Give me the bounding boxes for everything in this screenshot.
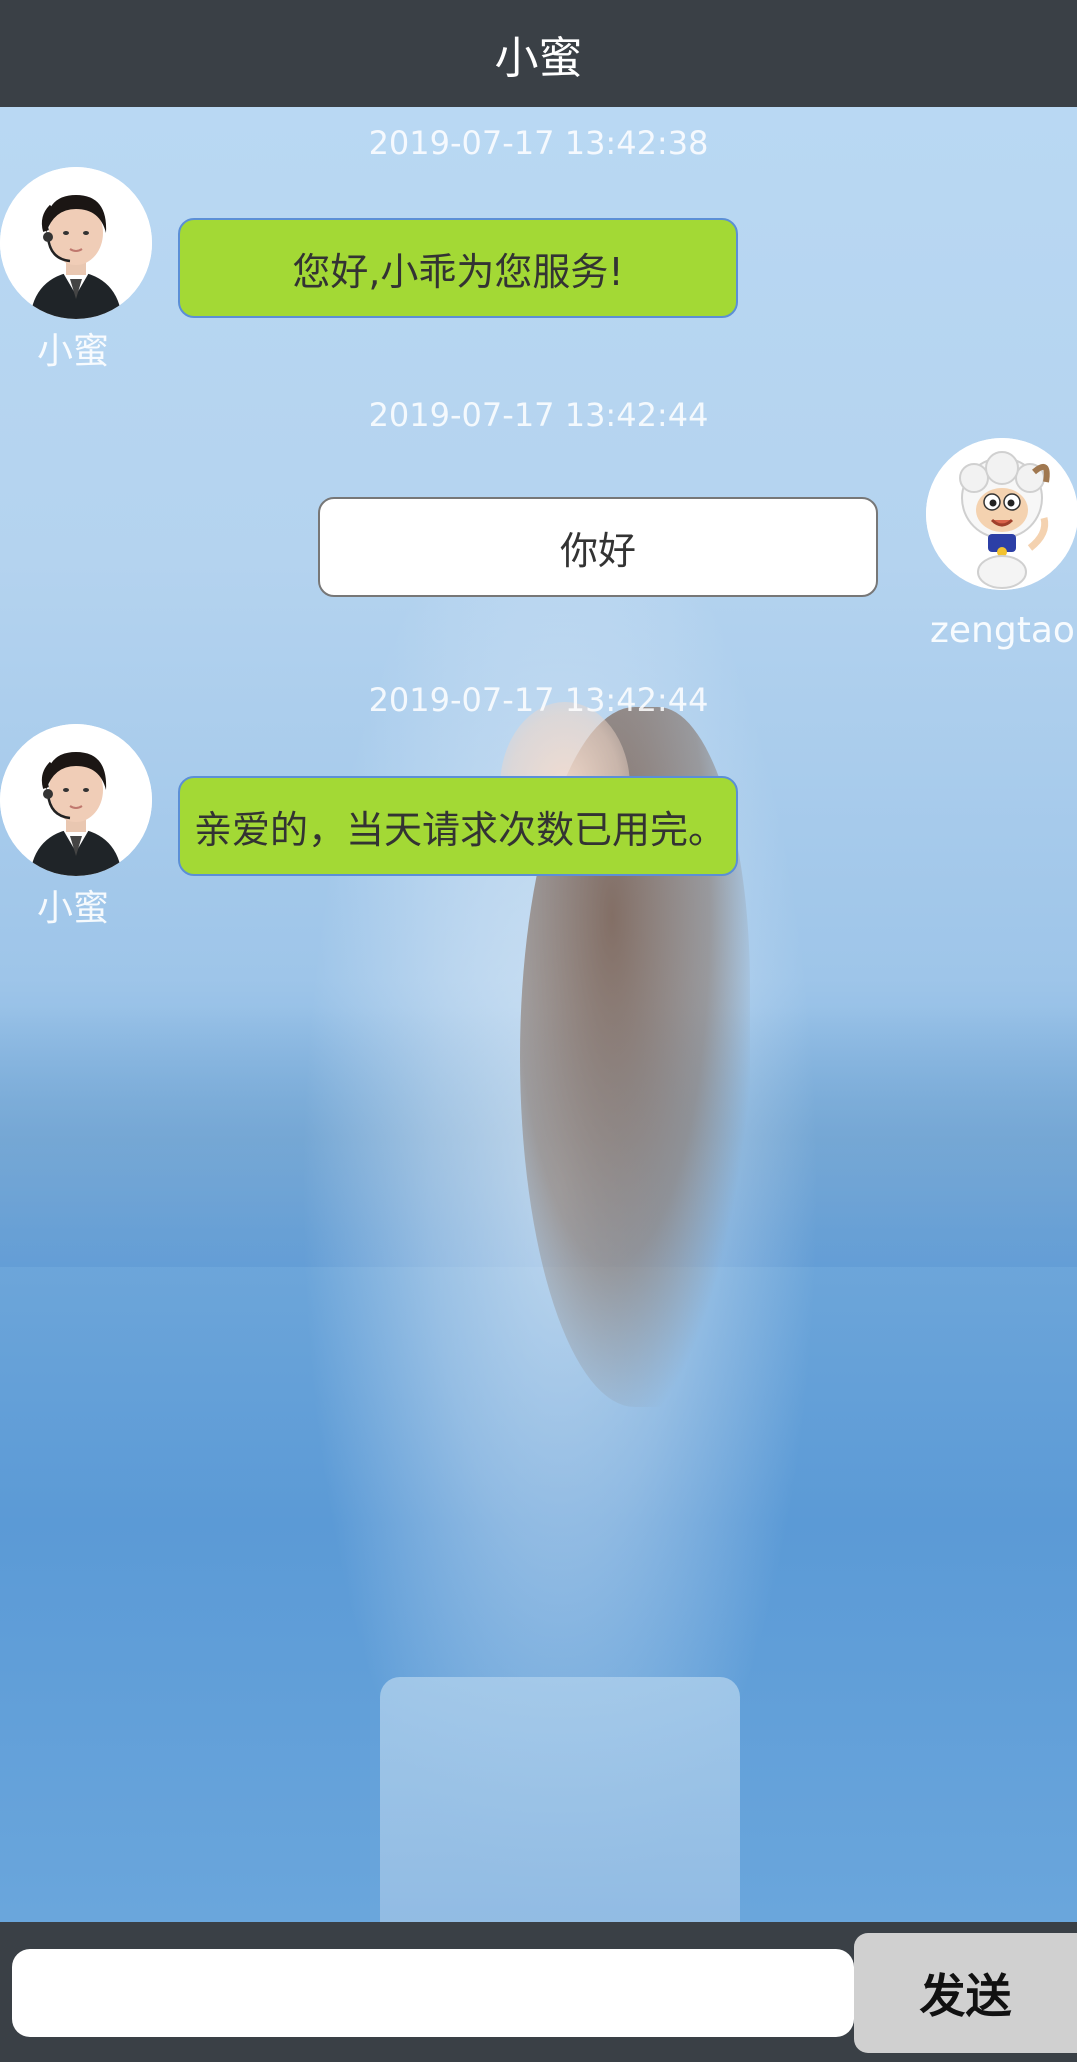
chat-header: 小蜜 bbox=[0, 0, 1077, 107]
bot-message-bubble[interactable]: 亲爱的，当天请求次数已用完。 bbox=[178, 776, 738, 876]
customer-service-agent-avatar-icon[interactable] bbox=[0, 167, 152, 319]
customer-service-agent-avatar-icon[interactable] bbox=[0, 724, 152, 876]
message-composer: 发送 bbox=[0, 1922, 1077, 2062]
chat-area[interactable] bbox=[0, 107, 1077, 1922]
message-timestamp: 2019-07-17 13:42:44 bbox=[368, 396, 709, 434]
user-message-bubble[interactable]: 你好 bbox=[318, 497, 878, 597]
background-photo-shorts bbox=[380, 1677, 740, 1922]
message-timestamp: 2019-07-17 13:42:38 bbox=[368, 124, 709, 162]
message-input[interactable] bbox=[12, 1949, 854, 2037]
message-timestamp: 2019-07-17 13:42:44 bbox=[368, 681, 709, 719]
sender-name: 小蜜 bbox=[36, 888, 109, 929]
bot-message-bubble[interactable]: 您好,小乖为您服务! bbox=[178, 218, 738, 318]
sender-name: 小蜜 bbox=[36, 331, 109, 372]
page-title: 小蜜 bbox=[494, 32, 583, 84]
send-button[interactable]: 发送 bbox=[854, 1933, 1077, 2053]
cartoon-sheep-avatar-icon[interactable] bbox=[926, 438, 1077, 590]
sender-name: zengtao bbox=[930, 610, 1075, 651]
